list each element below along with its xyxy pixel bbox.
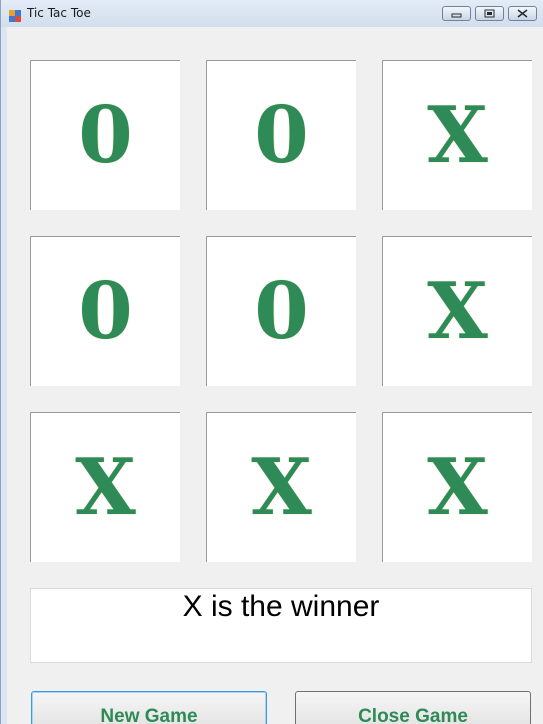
restore-icon xyxy=(484,9,495,18)
board-cell-2[interactable]: 0 xyxy=(206,60,356,210)
winner-message: X is the winner xyxy=(182,590,380,623)
board-cell-5[interactable]: 0 xyxy=(206,236,356,386)
close-game-button[interactable]: Close Game xyxy=(295,691,531,724)
close-window-button[interactable] xyxy=(508,6,537,21)
board-cell-8[interactable]: X xyxy=(206,412,356,562)
minimize-button[interactable] xyxy=(442,6,471,21)
board-cell-9[interactable]: X xyxy=(382,412,532,562)
board-cell-1[interactable]: 0 xyxy=(30,60,180,210)
app-window: Tic Tac Toe 0 0 X 0 0 X X X X X is the w… xyxy=(0,0,543,724)
board-cell-6[interactable]: X xyxy=(382,236,532,386)
minimize-icon xyxy=(451,13,462,18)
restore-button[interactable] xyxy=(475,6,504,21)
board-cell-7[interactable]: X xyxy=(30,412,180,562)
title-bar[interactable]: Tic Tac Toe xyxy=(1,0,543,27)
window-title: Tic Tac Toe xyxy=(27,6,91,20)
status-panel: X is the winner xyxy=(30,588,532,663)
close-icon xyxy=(517,9,528,18)
board-cell-4[interactable]: 0 xyxy=(30,236,180,386)
board-cell-3[interactable]: X xyxy=(382,60,532,210)
app-icon xyxy=(9,7,21,22)
new-game-button[interactable]: New Game xyxy=(31,691,267,724)
form-client-area: 0 0 X 0 0 X X X X X is the winner New Ga… xyxy=(7,27,543,724)
